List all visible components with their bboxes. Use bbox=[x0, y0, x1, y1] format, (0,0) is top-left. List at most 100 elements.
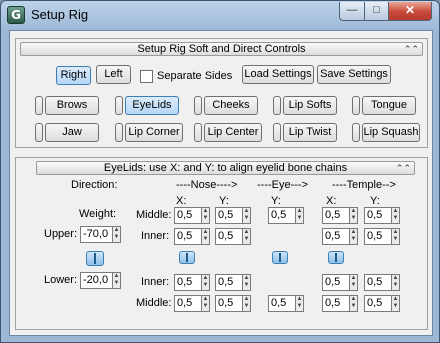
temple-middle-y-value[interactable]: 0,5 bbox=[364, 207, 391, 224]
spinner-arrows-icon[interactable]: ▲ ▼ bbox=[242, 274, 251, 291]
nose-middle-lower-y-value[interactable]: 0,5 bbox=[215, 295, 242, 312]
nose-inner-lower-x-value[interactable]: 0,5 bbox=[174, 274, 201, 291]
left-side-button[interactable]: Left bbox=[96, 65, 131, 84]
nose-middle-lower-x-value[interactable]: 0,5 bbox=[174, 295, 201, 312]
separate-sides-checkbox[interactable] bbox=[140, 70, 153, 83]
title-bar[interactable]: G Setup Rig — □ ✕ bbox=[1, 1, 439, 29]
spinner-arrows-icon[interactable]: ▲ ▼ bbox=[201, 274, 210, 291]
close-button[interactable]: ✕ bbox=[388, 2, 432, 21]
tongue-toggle[interactable] bbox=[352, 96, 360, 115]
controls-rollout: Setup Rig Soft and Direct Controls ⌃⌃ Ri… bbox=[15, 38, 428, 148]
load-settings-button[interactable]: Load Settings bbox=[242, 65, 314, 84]
nose-header: ----Nose----> bbox=[176, 179, 238, 191]
spinner-arrows-icon[interactable]: ▲ ▼ bbox=[201, 228, 210, 245]
lip-center-button[interactable]: Lip Center bbox=[204, 123, 262, 142]
brows-button[interactable]: Brows bbox=[45, 96, 99, 115]
middle-upper-label: Middle: bbox=[136, 209, 172, 221]
spinner-arrows-icon[interactable]: ▲ ▼ bbox=[295, 207, 304, 224]
temple-middle-x-value[interactable]: 0,5 bbox=[322, 207, 349, 224]
controls-rollout-title: Setup Rig Soft and Direct Controls bbox=[137, 43, 306, 55]
temple-inner-y-value[interactable]: 0,5 bbox=[364, 228, 391, 245]
maximize-button[interactable]: □ bbox=[364, 2, 389, 21]
temple-inner-lower-y-value[interactable]: 0,5 bbox=[364, 274, 391, 291]
temple-middle-lower-x-value[interactable]: 0,5 bbox=[322, 295, 349, 312]
nose-inner-lower-y-value[interactable]: 0,5 bbox=[215, 274, 242, 291]
eye-middle-lower-y-value[interactable]: 0,5 bbox=[268, 295, 295, 312]
spinner-arrows-icon[interactable]: ▲ ▼ bbox=[295, 295, 304, 312]
lip-center-toggle[interactable] bbox=[194, 123, 202, 142]
temple-y-label: Y: bbox=[370, 195, 380, 207]
spinner-arrows-icon[interactable]: ▲ ▼ bbox=[242, 295, 251, 312]
spinner-arrows-icon[interactable]: ▲ ▼ bbox=[242, 207, 251, 224]
upper-weight-value[interactable]: -70,0 bbox=[80, 226, 112, 243]
spinner-arrows-icon[interactable]: ▲ ▼ bbox=[391, 228, 400, 245]
lip-twist-button[interactable]: Lip Twist bbox=[283, 123, 337, 142]
lip-softs-toggle[interactable] bbox=[273, 96, 281, 115]
spinner-arrows-icon[interactable]: ▲ ▼ bbox=[391, 274, 400, 291]
temple-inner-x-value[interactable]: 0,5 bbox=[322, 228, 349, 245]
spinner-arrows-icon[interactable]: ▲ ▼ bbox=[349, 207, 358, 224]
eyelids-rollout: EyeLids: use X: and Y: to align eyelid b… bbox=[15, 157, 428, 330]
weight-pin-icon[interactable] bbox=[86, 251, 104, 266]
direction-label: Direction: bbox=[71, 179, 118, 191]
spinner-arrows-icon[interactable]: ▲ ▼ bbox=[349, 295, 358, 312]
tongue-button[interactable]: Tongue bbox=[362, 96, 416, 115]
collapse-icon[interactable]: ⌃⌃ bbox=[396, 162, 411, 174]
right-side-button[interactable]: Right bbox=[56, 66, 91, 85]
temple-middle-lower-y-value[interactable]: 0,5 bbox=[364, 295, 391, 312]
spinner-arrows-icon[interactable]: ▲ ▼ bbox=[201, 207, 210, 224]
lip-softs-button[interactable]: Lip Softs bbox=[283, 96, 337, 115]
close-icon: ✕ bbox=[404, 3, 416, 17]
lip-corner-button[interactable]: Lip Corner bbox=[125, 123, 183, 142]
eyelids-rollout-title: EyeLids: use X: and Y: to align eyelid b… bbox=[103, 162, 348, 174]
nose-pin-icon[interactable] bbox=[179, 251, 195, 264]
eye-y-label: Y: bbox=[271, 195, 281, 207]
nose-middle-x-value[interactable]: 0,5 bbox=[174, 207, 201, 224]
lower-label: Lower: bbox=[44, 274, 78, 286]
jaw-button[interactable]: Jaw bbox=[45, 123, 99, 142]
lip-squash-button[interactable]: Lip Squash bbox=[362, 123, 420, 142]
maximize-icon: □ bbox=[373, 4, 380, 16]
minimize-icon: — bbox=[346, 4, 358, 16]
lip-corner-toggle[interactable] bbox=[115, 123, 123, 142]
spinner-arrows-icon[interactable]: ▲ ▼ bbox=[112, 272, 121, 289]
lower-weight-value[interactable]: -20,0 bbox=[80, 272, 112, 289]
eyelids-toggle[interactable] bbox=[115, 96, 123, 115]
lip-twist-toggle[interactable] bbox=[273, 123, 281, 142]
jaw-toggle[interactable] bbox=[35, 123, 43, 142]
spinner-arrows-icon[interactable]: ▲ ▼ bbox=[201, 295, 210, 312]
cheeks-toggle[interactable] bbox=[194, 96, 202, 115]
eyelids-rollout-header[interactable]: EyeLids: use X: and Y: to align eyelid b… bbox=[36, 161, 415, 175]
spinner-arrows-icon[interactable]: ▲ ▼ bbox=[349, 274, 358, 291]
save-settings-button[interactable]: Save Settings bbox=[317, 65, 391, 84]
brows-toggle[interactable] bbox=[35, 96, 43, 115]
separate-sides-label: Separate Sides bbox=[157, 70, 233, 82]
spinner-arrows-icon[interactable]: ▲ ▼ bbox=[391, 295, 400, 312]
controls-rollout-header[interactable]: Setup Rig Soft and Direct Controls ⌃⌃ bbox=[20, 42, 423, 56]
eye-middle-y-value[interactable]: 0,5 bbox=[268, 207, 295, 224]
cheeks-button[interactable]: Cheeks bbox=[204, 96, 258, 115]
nose-inner-x-value[interactable]: 0,5 bbox=[174, 228, 201, 245]
spinner-arrows-icon[interactable]: ▲ ▼ bbox=[349, 228, 358, 245]
minimize-button[interactable]: — bbox=[339, 2, 365, 21]
nose-y-label: Y: bbox=[219, 195, 229, 207]
inner-upper-label: Inner: bbox=[141, 230, 170, 242]
spinner-arrows-icon[interactable]: ▲ ▼ bbox=[242, 228, 251, 245]
eyelids-button[interactable]: EyeLids bbox=[125, 96, 179, 115]
spinner-arrows-icon[interactable]: ▲ ▼ bbox=[112, 226, 121, 243]
spinner-arrows-icon[interactable]: ▲ ▼ bbox=[391, 207, 400, 224]
middle-lower-label: Middle: bbox=[136, 297, 172, 309]
lip-squash-toggle[interactable] bbox=[352, 123, 360, 142]
client-area: Setup Rig Soft and Direct Controls ⌃⌃ Ri… bbox=[9, 30, 433, 336]
nose-inner-y-value[interactable]: 0,5 bbox=[215, 228, 242, 245]
setup-rig-window: G Setup Rig — □ ✕ Setup Rig Soft and Dir… bbox=[0, 0, 440, 343]
temple-x-label: X: bbox=[326, 195, 337, 207]
nose-middle-y-value[interactable]: 0,5 bbox=[215, 207, 242, 224]
weight-label: Weight: bbox=[79, 208, 117, 220]
upper-label: Upper: bbox=[44, 228, 78, 240]
collapse-icon[interactable]: ⌃⌃ bbox=[404, 43, 419, 55]
eye-pin-icon[interactable] bbox=[272, 251, 288, 264]
window-title: Setup Rig bbox=[31, 7, 89, 22]
temple-inner-lower-x-value[interactable]: 0,5 bbox=[322, 274, 349, 291]
temple-pin-icon[interactable] bbox=[328, 251, 344, 264]
